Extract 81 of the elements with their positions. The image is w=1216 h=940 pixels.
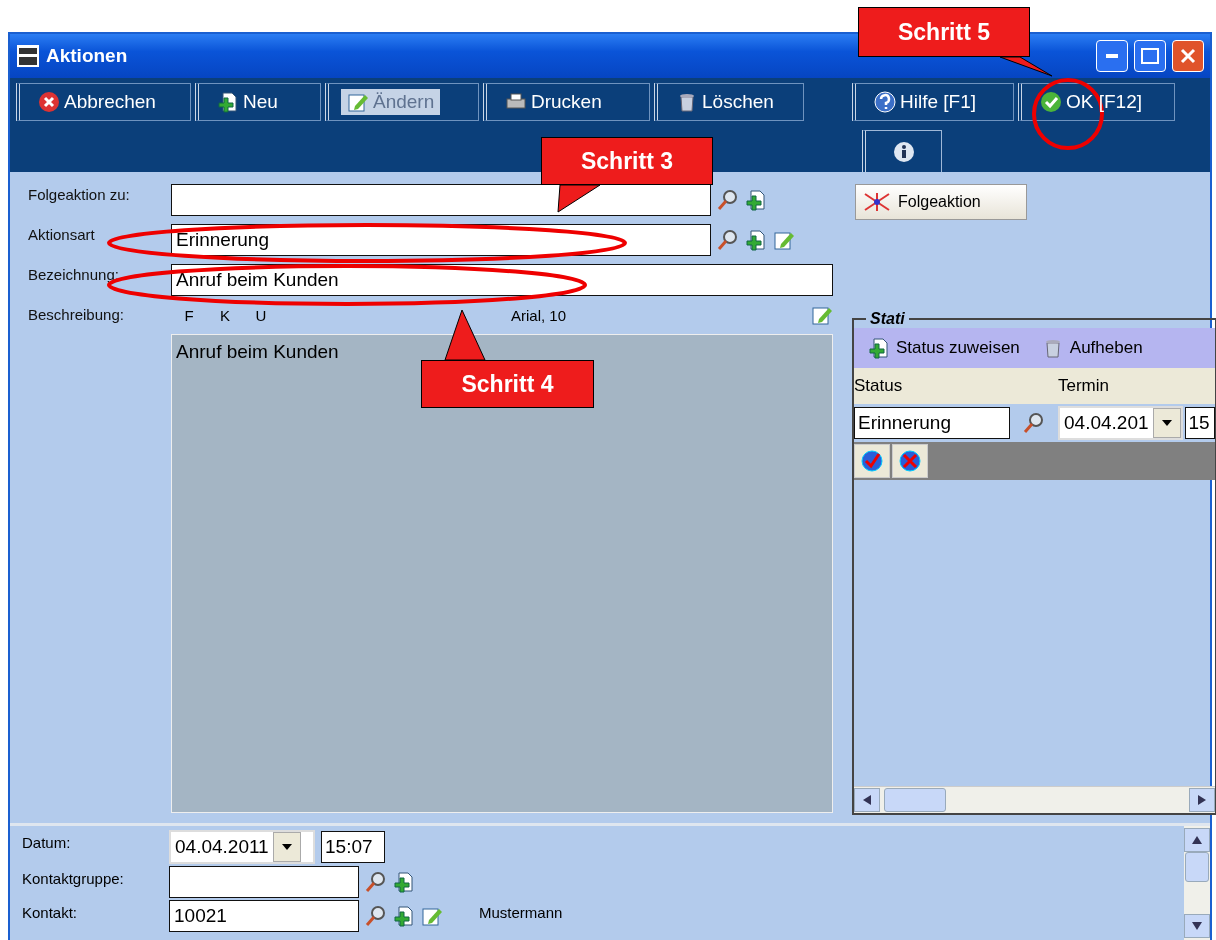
column-header: Termin: [1058, 376, 1110, 396]
text-field[interactable]: 10021: [169, 900, 359, 932]
check-mark-icon: [861, 450, 883, 472]
row-button[interactable]: [892, 444, 928, 478]
add-document-icon: [393, 905, 415, 927]
toolbar-button[interactable]: Abbrechen: [16, 83, 191, 121]
toolbar-button[interactable]: Hilfe [F1]: [852, 83, 1014, 121]
format-button[interactable]: F: [171, 305, 207, 325]
scrollbar-thumb[interactable]: [884, 788, 946, 812]
search-icon: [365, 871, 387, 893]
callout-pointer: [557, 184, 601, 213]
scroll-right-button[interactable]: [1188, 788, 1215, 812]
toolbar-button[interactable]: Löschen: [654, 83, 804, 121]
scroll-up-button[interactable]: [1184, 828, 1210, 852]
close-button[interactable]: [1172, 40, 1204, 72]
field-label: Datum:: [22, 833, 72, 851]
field-label: Bezeichnung:: [28, 265, 120, 283]
left-arrow-icon: [863, 795, 871, 805]
contact-name: Mustermann: [479, 903, 563, 921]
font-name: Arial, 10: [511, 306, 568, 324]
minimize-icon: [1106, 54, 1118, 58]
help-icon: [874, 91, 896, 113]
down-arrow-icon: [1192, 922, 1202, 930]
minimize-button[interactable]: [1096, 40, 1128, 72]
field-label: Kontaktgruppe:: [22, 869, 125, 887]
add-document-icon: [217, 91, 239, 113]
edit-icon: [347, 91, 369, 113]
field-label: Folgeaktion zu:: [28, 185, 131, 203]
maximize-button[interactable]: [1134, 40, 1166, 72]
network-icon: [862, 191, 892, 213]
scroll-left-button[interactable]: [854, 788, 880, 812]
field-label: Kontakt:: [22, 903, 79, 921]
action-button[interactable]: Status zuweisen: [868, 337, 1020, 359]
toolbar-button[interactable]: Neu: [195, 83, 321, 121]
add-document-icon: [745, 229, 767, 251]
info-icon: [892, 140, 915, 163]
action-button[interactable]: Aufheben: [1041, 337, 1143, 359]
date-dropdown[interactable]: 04.04.201: [1058, 406, 1183, 440]
callout-pointer: [444, 309, 486, 361]
search-icon: [717, 229, 739, 251]
cross-mark-icon: [899, 450, 921, 472]
check-icon: [1040, 91, 1062, 113]
caret-icon: [1161, 420, 1172, 426]
text-field[interactable]: [169, 866, 359, 898]
app-logo-icon: [16, 44, 40, 68]
column-header: Status: [854, 376, 904, 396]
date-dropdown[interactable]: 04.04.2011: [169, 830, 315, 864]
window-title: Aktionen: [46, 45, 128, 67]
add-document-icon: [393, 871, 415, 893]
toolbar-button[interactable]: OK [F12]: [1018, 83, 1175, 121]
field-label: Aktionsart: [28, 225, 96, 243]
edit-icon: [421, 905, 443, 927]
format-button[interactable]: U: [243, 305, 279, 325]
cancel-icon: [38, 91, 60, 113]
edit-icon: [773, 229, 795, 251]
group-title: Stati: [869, 310, 906, 328]
up-arrow-icon: [1192, 836, 1202, 844]
status-field[interactable]: Erinnerung: [854, 407, 1010, 439]
search-icon: [365, 905, 387, 927]
row-button[interactable]: [854, 444, 890, 478]
followup-button[interactable]: Folgeaktion: [855, 184, 1027, 220]
scroll-down-button[interactable]: [1184, 914, 1210, 938]
info-tab[interactable]: [862, 130, 942, 172]
time-field[interactable]: 15: [1184, 407, 1215, 439]
callout-pointer: [999, 56, 1053, 77]
search-icon: [1023, 412, 1045, 434]
text-field[interactable]: [171, 184, 711, 216]
caret-icon: [281, 844, 292, 850]
text-field[interactable]: Anruf beim Kunden: [171, 264, 833, 296]
edit-icon: [811, 304, 833, 326]
scrollbar-thumb[interactable]: [1185, 852, 1209, 882]
format-button[interactable]: K: [207, 305, 243, 325]
add-document-icon: [745, 189, 767, 211]
close-icon: [1180, 48, 1196, 64]
right-arrow-icon: [1197, 795, 1206, 805]
maximize-icon: [1141, 48, 1159, 64]
toolbar-button[interactable]: Drucken: [483, 83, 650, 121]
search-icon: [717, 189, 739, 211]
time-field[interactable]: 15:07: [321, 831, 385, 863]
add-document-icon: [868, 337, 890, 359]
field-label: Beschreibung:: [28, 305, 125, 323]
